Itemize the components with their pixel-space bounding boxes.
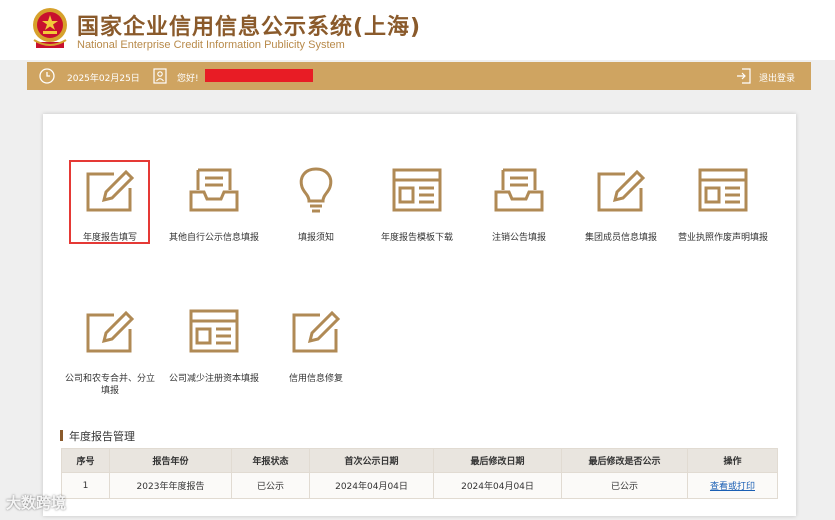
col-header: 最后修改日期 xyxy=(433,448,562,473)
user-icon xyxy=(153,68,167,84)
table-cell: 已公示 xyxy=(231,472,310,499)
form-icon xyxy=(392,168,442,212)
table-header-row: 序号 报告年份 年报状态 首次公示日期 最后修改日期 最后修改是否公示 操作 xyxy=(61,448,778,473)
tile-filing-notice[interactable]: 填报须知 xyxy=(266,166,366,256)
tile-credit-repair[interactable]: 信用信息修复 xyxy=(266,307,366,397)
table-cell: 2024年04月04日 xyxy=(433,472,562,499)
section-title-text: 年度报告管理 xyxy=(69,430,135,443)
tile-merger-split[interactable]: 公司和农专合并、分立 填报 xyxy=(60,307,160,397)
section-bar xyxy=(60,430,63,441)
table-cell: 查看或打印 xyxy=(687,472,778,499)
table-cell: 1 xyxy=(61,472,110,499)
table-cell: 2023年年度报告 xyxy=(109,472,232,499)
edit-icon xyxy=(597,169,646,212)
col-header: 年报状态 xyxy=(231,448,310,473)
table-row: 1 2023年年度报告 已公示 2024年04月04日 2024年04月04日 … xyxy=(61,472,778,499)
tile-capital-reduction[interactable]: 公司减少注册资本填报 xyxy=(164,307,264,397)
clock-icon xyxy=(39,68,55,84)
tile-label-line2: 填报 xyxy=(100,386,119,396)
col-header: 最后修改是否公示 xyxy=(561,448,688,473)
tile-other-disclosure[interactable]: 其他自行公示信息填报 xyxy=(164,166,264,256)
form-icon xyxy=(189,309,239,353)
tile-license-void[interactable]: 营业执照作废声明填报 xyxy=(673,166,773,256)
tile-template-download[interactable]: 年度报告模板下载 xyxy=(367,166,467,256)
edit-icon xyxy=(292,310,341,353)
site-title: 国家企业信用信息公示系统(上海) xyxy=(77,15,422,40)
tile-label: 营业执照作废声明填报 xyxy=(677,233,768,243)
annual-report-table: 序号 报告年份 年报状态 首次公示日期 最后修改日期 最后修改是否公示 操作 1… xyxy=(61,448,778,499)
user-info-bar: 2025年02月25日 您好! 退出登录 xyxy=(27,62,811,90)
table-cell: 2024年04月04日 xyxy=(309,472,434,499)
form-icon xyxy=(698,168,748,212)
national-emblem-icon xyxy=(33,8,67,48)
logout-link[interactable]: 退出登录 xyxy=(759,71,795,84)
lightbulb-icon xyxy=(299,167,333,213)
watermark: 大数跨境 xyxy=(6,494,67,512)
tile-label: 公司和农专合并、分立 填报 xyxy=(50,373,170,397)
tile-cancellation-notice[interactable]: 注销公告填报 xyxy=(469,166,569,256)
col-header: 首次公示日期 xyxy=(309,448,434,473)
greeting-text: 您好! xyxy=(177,74,199,84)
col-header: 序号 xyxy=(61,448,110,473)
col-header: 操作 xyxy=(687,448,778,473)
annual-report-section-title: 年度报告管理 xyxy=(60,428,135,444)
edit-icon xyxy=(86,310,135,353)
table-cell: 已公示 xyxy=(561,472,688,499)
site-subtitle: National Enterprise Credit Information P… xyxy=(77,39,345,51)
logout-icon[interactable] xyxy=(736,68,751,84)
site-header: 国家企业信用信息公示系统(上海) National Enterprise Cre… xyxy=(0,0,835,60)
tile-label-line1: 公司和农专合并、分立 xyxy=(64,374,155,384)
inbox-icon xyxy=(494,168,544,212)
redacted-username xyxy=(205,69,313,82)
col-header: 报告年份 xyxy=(109,448,232,473)
current-date: 2025年02月25日 xyxy=(67,74,140,84)
tile-label: 信用信息修复 xyxy=(288,374,343,384)
tile-group-members[interactable]: 集团成员信息填报 xyxy=(571,166,671,256)
inbox-icon xyxy=(189,168,239,212)
selected-tile-highlight xyxy=(69,160,150,244)
view-print-link[interactable]: 查看或打印 xyxy=(710,482,755,492)
